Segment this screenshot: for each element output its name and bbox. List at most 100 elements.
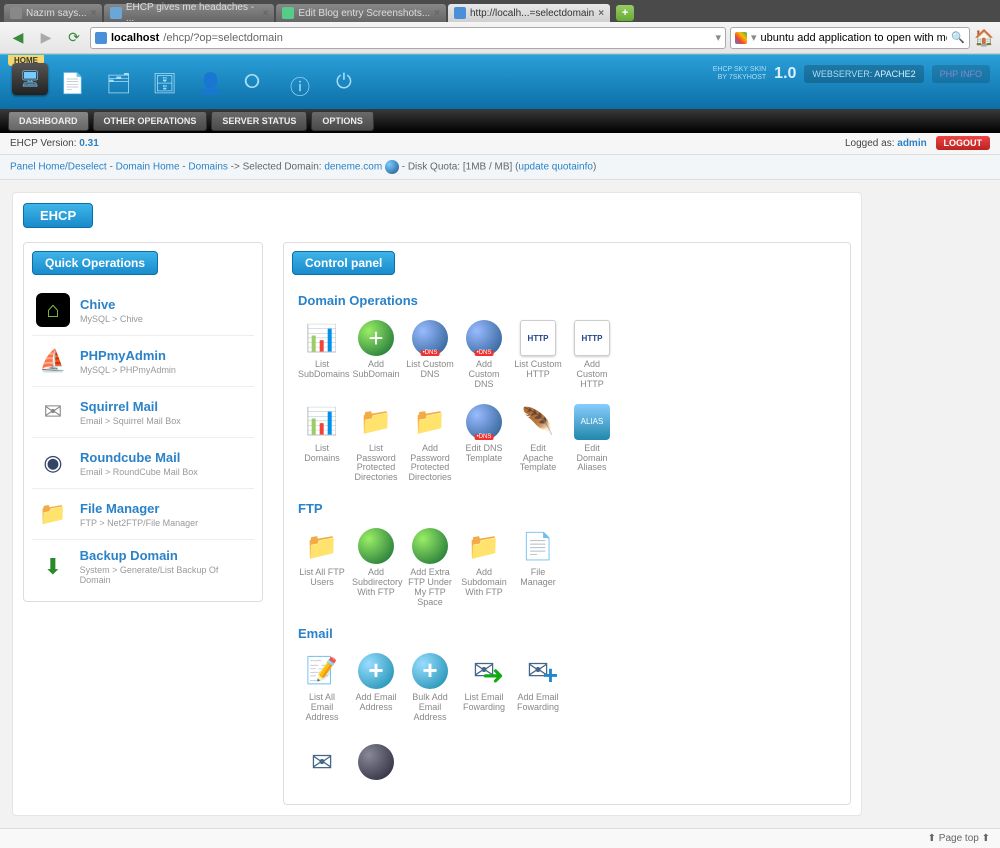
- search-icon[interactable]: 🔍: [951, 31, 965, 44]
- bc-panel-home[interactable]: Panel Home/Deselect: [10, 162, 107, 173]
- http-icon: HTTP: [520, 320, 556, 356]
- add-email[interactable]: +Add Email Address: [352, 653, 400, 723]
- tab-favicon: [282, 7, 294, 19]
- browser-tab[interactable]: Edit Blog entry Screenshots...×: [276, 4, 446, 22]
- ftp-file-manager[interactable]: 📄File Manager: [514, 528, 562, 608]
- tab-label: http://localh...=selectdomain: [470, 8, 594, 19]
- email-row: 📝List All Email Address +Add Email Addre…: [298, 653, 842, 723]
- webserver-badge: WEBSERVER: APACHE2: [804, 65, 923, 83]
- bc-domain-home[interactable]: Domain Home: [116, 162, 180, 173]
- backup-icon: ⬇: [36, 550, 70, 584]
- section-email: Email: [298, 626, 842, 641]
- breadcrumb: Panel Home/Deselect - Domain Home - Doma…: [0, 155, 1000, 180]
- envelope-arrow-icon: ✉➜: [466, 653, 502, 689]
- extra-item-1[interactable]: ✉: [298, 744, 346, 784]
- header-icon-row: 📄 🗂 🗄 👤 ⭘ ⓘ ⏻: [60, 71, 362, 97]
- webserver-link[interactable]: APACHE2: [874, 69, 915, 79]
- nav-other-ops[interactable]: OTHER OPERATIONS: [93, 111, 208, 131]
- list-email[interactable]: 📝List All Email Address: [298, 653, 346, 723]
- version-link[interactable]: 0.31: [79, 138, 98, 149]
- filemanager-icon: 📁: [36, 497, 70, 531]
- url-bar[interactable]: localhost/ehcp/?op=selectdomain ▾: [90, 27, 726, 49]
- server-icon[interactable]: 🗄: [152, 71, 178, 97]
- control-panel-title: Control panel: [292, 251, 395, 275]
- browser-tab[interactable]: EHCP gives me headaches - ...×: [104, 4, 274, 22]
- add-subdir-ftp[interactable]: Add Subdirectory With FTP: [352, 528, 400, 608]
- logout-button[interactable]: LOGOUT: [936, 136, 991, 150]
- control-panel: Control panel Domain Operations 📊List Su…: [283, 242, 851, 805]
- edit-domain-aliases[interactable]: ALIASEdit Domain Aliases: [568, 404, 616, 484]
- add-subdomain-ftp[interactable]: 📁Add Subdomain With FTP: [460, 528, 508, 608]
- browser-search-input[interactable]: ▾ ubuntu add application to open with me…: [730, 27, 970, 49]
- http-add-icon: HTTP: [574, 320, 610, 356]
- new-tab-button[interactable]: +: [616, 5, 634, 21]
- section-ftp: FTP: [298, 501, 842, 516]
- envelope-icon: ✉: [304, 744, 340, 780]
- bc-domain-name[interactable]: deneme.com: [324, 162, 382, 173]
- list-email-forward[interactable]: ✉➜List Email Fowarding: [460, 653, 508, 723]
- add-extra-ftp[interactable]: Add Extra FTP Under My FTP Space: [406, 528, 454, 608]
- google-icon: [735, 32, 747, 44]
- list-custom-dns[interactable]: List Custom DNS: [406, 320, 454, 390]
- list-subdomains[interactable]: 📊List SubDomains: [298, 320, 346, 390]
- domain-ops-row2: 📊List Domains 📁List Password Protected D…: [298, 404, 842, 484]
- tab-close-icon[interactable]: ×: [263, 8, 269, 19]
- tab-close-icon[interactable]: ×: [91, 8, 97, 19]
- quick-chive[interactable]: ⌂ ChiveMySQL > Chive: [32, 285, 254, 336]
- list-domains[interactable]: 📊List Domains: [298, 404, 346, 484]
- options-icon[interactable]: ⭘: [244, 71, 270, 97]
- panel-card: EHCP Quick Operations ⌂ ChiveMySQL > Chi…: [12, 192, 862, 816]
- add-custom-dns[interactable]: Add Custom DNS: [460, 320, 508, 390]
- dns-add-icon: [466, 320, 502, 356]
- power-icon[interactable]: ⏻: [336, 71, 362, 97]
- browser-tab[interactable]: Nazım says...×: [4, 4, 102, 22]
- tab-close-icon[interactable]: ×: [598, 8, 604, 19]
- add-subdomain[interactable]: +Add SubDomain: [352, 320, 400, 390]
- nav-server-status[interactable]: SERVER STATUS: [211, 111, 307, 131]
- phpinfo-button[interactable]: PHP INFO: [932, 65, 990, 83]
- info-icon[interactable]: ⓘ: [290, 71, 316, 97]
- nav-dashboard[interactable]: DASHBOARD: [8, 111, 89, 131]
- quick-squirrel[interactable]: ✉ Squirrel MailEmail > Squirrel Mail Box: [32, 387, 254, 438]
- tab-favicon: [10, 7, 22, 19]
- extra-item-2[interactable]: [352, 744, 400, 784]
- list-ftp-users[interactable]: 📁List All FTP Users: [298, 528, 346, 608]
- reload-button[interactable]: ⟳: [62, 26, 86, 50]
- skin-version: 1.0: [774, 65, 796, 83]
- edit-dns-template[interactable]: Edit DNS Template: [460, 404, 508, 484]
- quick-roundcube[interactable]: ◉ Roundcube MailEmail > RoundCube Mail B…: [32, 438, 254, 489]
- dns-icon: [412, 320, 448, 356]
- logged-as-label: Logged as:: [845, 138, 895, 149]
- list-pass-dirs[interactable]: 📁List Password Protected Directories: [352, 404, 400, 484]
- home-icon[interactable]: 🏠: [974, 28, 994, 48]
- list-custom-http[interactable]: HTTPList Custom HTTP: [514, 320, 562, 390]
- update-quota-link[interactable]: update quotainfo: [518, 162, 593, 173]
- browser-tab-active[interactable]: http://localh...=selectdomain ×: [448, 4, 610, 22]
- dropdown-icon[interactable]: ▾: [715, 31, 721, 44]
- add-custom-http[interactable]: HTTPAdd Custom HTTP: [568, 320, 616, 390]
- monitor-icon[interactable]: 🖥: [12, 63, 48, 95]
- ftp-folder-arrow-icon: 📁: [466, 528, 502, 564]
- user-link[interactable]: admin: [897, 138, 926, 149]
- bulk-add-email[interactable]: +Bulk Add Email Address: [406, 653, 454, 723]
- tab-close-icon[interactable]: ×: [434, 8, 440, 19]
- url-host: localhost: [111, 32, 159, 44]
- add-email-forward[interactable]: ✉+Add Email Fowarding: [514, 653, 562, 723]
- quick-filemanager[interactable]: 📁 File ManagerFTP > Net2FTP/File Manager: [32, 489, 254, 540]
- quick-backup[interactable]: ⬇ Backup DomainSystem > Generate/List Ba…: [32, 540, 254, 593]
- globe-icon[interactable]: [385, 160, 399, 174]
- page-top-link[interactable]: ⬆ Page top ⬆: [928, 833, 990, 844]
- envelope-plus-icon: ✉+: [520, 653, 556, 689]
- layers-icon[interactable]: 🗂: [106, 71, 132, 97]
- note-icon[interactable]: 📄: [60, 71, 86, 97]
- add-pass-dirs[interactable]: 📁Add Password Protected Directories: [406, 404, 454, 484]
- url-path: /ehcp/?op=selectdomain: [163, 32, 283, 44]
- quick-phpmyadmin[interactable]: ⛵ PHPmyAdminMySQL > PHPmyAdmin: [32, 336, 254, 387]
- dns-edit-icon: [466, 404, 502, 440]
- edit-apache-template[interactable]: 🪶Edit Apache Template: [514, 404, 562, 484]
- nav-options[interactable]: OPTIONS: [311, 111, 374, 131]
- bc-domains[interactable]: Domains: [188, 162, 227, 173]
- user-icon[interactable]: 👤: [198, 71, 224, 97]
- back-button[interactable]: ◀: [6, 26, 30, 50]
- forward-button[interactable]: ▶: [34, 26, 58, 50]
